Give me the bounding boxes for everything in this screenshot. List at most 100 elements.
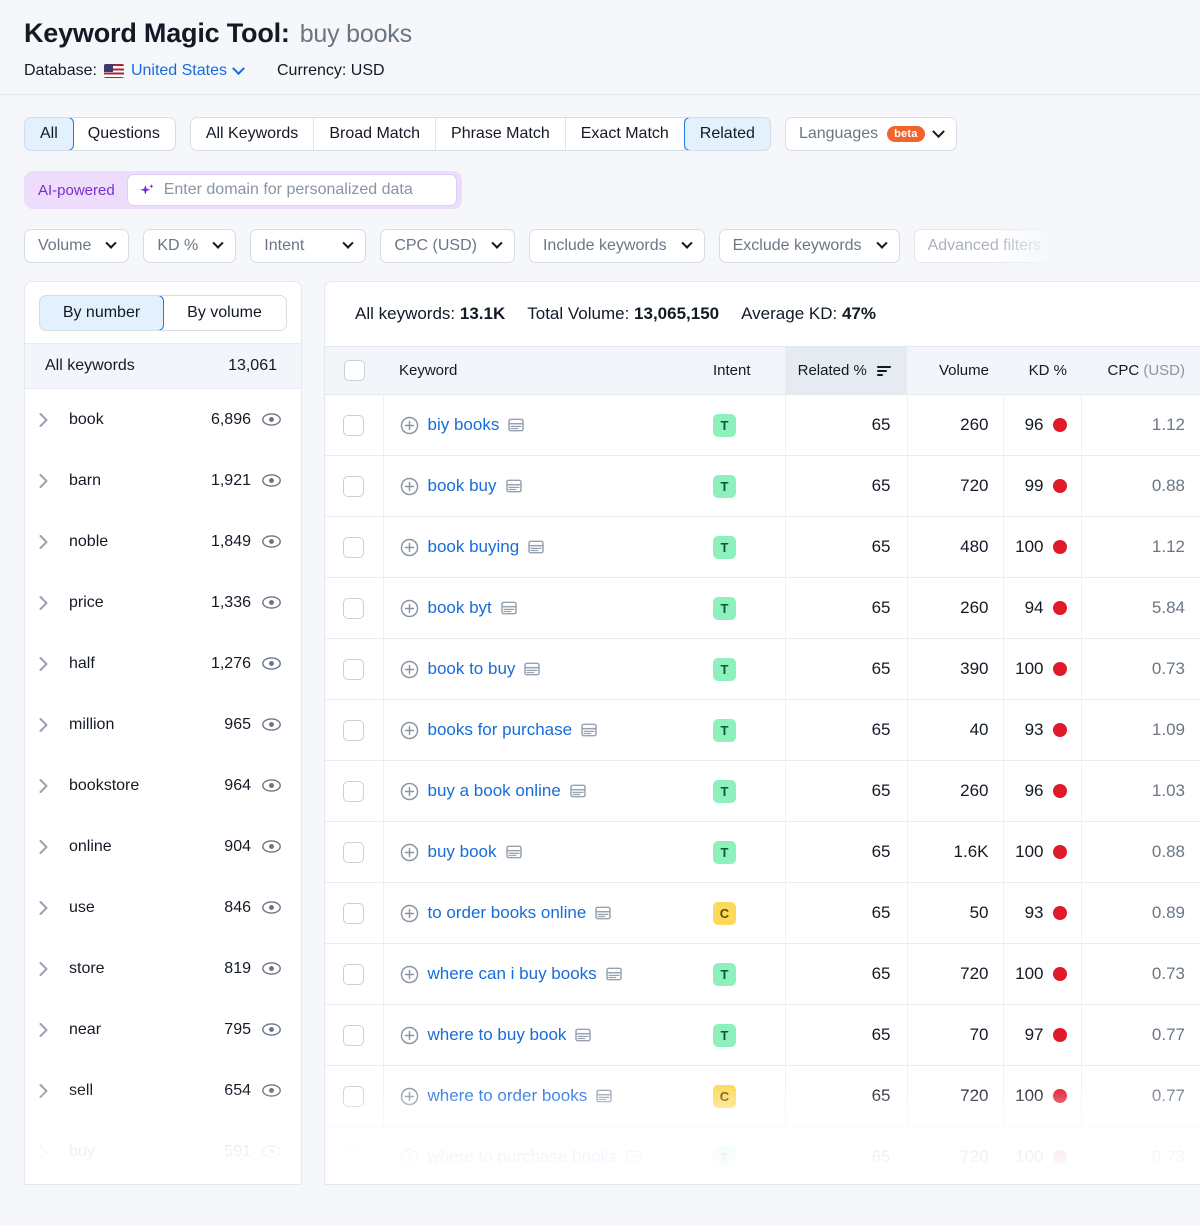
add-keyword-icon[interactable] bbox=[400, 965, 419, 984]
intent-badge[interactable]: T bbox=[713, 840, 736, 864]
row-checkbox[interactable] bbox=[343, 963, 365, 985]
database-selector[interactable]: Database: United States bbox=[24, 61, 245, 80]
row-checkbox[interactable] bbox=[343, 414, 365, 436]
domain-input[interactable]: Enter domain for personalized data bbox=[164, 181, 413, 199]
add-keyword-icon[interactable] bbox=[400, 843, 419, 862]
add-keyword-icon[interactable] bbox=[400, 416, 419, 435]
table-row[interactable]: book buying T 65 480 100 1.12 bbox=[325, 516, 1200, 578]
add-keyword-icon[interactable] bbox=[400, 721, 419, 740]
serp-preview-icon[interactable] bbox=[505, 845, 522, 859]
serp-preview-icon[interactable] bbox=[581, 723, 597, 737]
serp-preview-icon[interactable] bbox=[626, 1150, 643, 1164]
sidebar-group-item[interactable]: million 965 bbox=[25, 694, 301, 755]
sidebar-group-item[interactable]: half 1,276 bbox=[25, 633, 301, 694]
row-checkbox[interactable] bbox=[343, 841, 365, 863]
keyword-link[interactable]: book buy bbox=[428, 476, 497, 496]
sidebar-group-item[interactable]: near 795 bbox=[25, 999, 301, 1060]
row-checkbox[interactable] bbox=[343, 1146, 365, 1168]
add-keyword-icon[interactable] bbox=[400, 538, 419, 557]
serp-preview-icon[interactable] bbox=[528, 540, 544, 554]
eye-icon[interactable] bbox=[262, 474, 281, 487]
filter-intent[interactable]: Intent bbox=[250, 229, 367, 263]
keyword-link[interactable]: books for purchase bbox=[428, 720, 573, 740]
keyword-link[interactable]: book buying bbox=[428, 537, 520, 557]
eye-icon[interactable] bbox=[262, 840, 281, 853]
row-checkbox[interactable] bbox=[343, 658, 365, 680]
eye-icon[interactable] bbox=[262, 535, 281, 548]
keyword-link[interactable]: book byt bbox=[428, 598, 492, 618]
column-kd[interactable]: KD % bbox=[1003, 346, 1081, 395]
table-row[interactable]: where to purchase books T 65 720 100 0.73 bbox=[325, 1126, 1200, 1184]
intent-badge[interactable]: T bbox=[713, 718, 736, 742]
sidebar-group-item[interactable]: use 846 bbox=[25, 877, 301, 938]
eye-icon[interactable] bbox=[262, 657, 281, 670]
tab-broad-match[interactable]: Broad Match bbox=[314, 118, 437, 150]
select-all-checkbox[interactable] bbox=[343, 360, 365, 381]
eye-icon[interactable] bbox=[262, 901, 281, 914]
intent-badge[interactable]: C bbox=[713, 901, 736, 925]
eye-icon[interactable] bbox=[262, 1084, 281, 1097]
eye-icon[interactable] bbox=[262, 413, 281, 426]
keyword-link[interactable]: biy books bbox=[428, 415, 500, 435]
table-row[interactable]: book to buy T 65 390 100 0.73 bbox=[325, 638, 1200, 700]
filter-cpc[interactable]: CPC (USD) bbox=[380, 229, 515, 263]
add-keyword-icon[interactable] bbox=[400, 599, 419, 618]
sidebar-group-item[interactable]: noble 1,849 bbox=[25, 511, 301, 572]
eye-icon[interactable] bbox=[262, 779, 281, 792]
table-row[interactable]: book buy T 65 720 99 0.88 bbox=[325, 455, 1200, 517]
keyword-link[interactable]: book to buy bbox=[428, 659, 516, 679]
add-keyword-icon[interactable] bbox=[400, 1087, 419, 1106]
sidebar-group-item[interactable]: sell 654 bbox=[25, 1060, 301, 1121]
filter-volume[interactable]: Volume bbox=[24, 229, 130, 263]
intent-badge[interactable]: T bbox=[713, 413, 736, 437]
add-keyword-icon[interactable] bbox=[400, 1026, 419, 1045]
serp-preview-icon[interactable] bbox=[575, 1028, 592, 1042]
table-row[interactable]: where can i buy books T 65 720 100 0.73 bbox=[325, 943, 1200, 1005]
serp-preview-icon[interactable] bbox=[605, 967, 622, 981]
intent-badge[interactable]: T bbox=[713, 535, 736, 559]
table-row[interactable]: to order books online C 65 50 93 0.89 bbox=[325, 882, 1200, 944]
column-volume[interactable]: Volume bbox=[907, 346, 1003, 395]
keyword-link[interactable]: where to purchase books bbox=[428, 1147, 618, 1167]
tab-all-keywords[interactable]: All Keywords bbox=[190, 118, 315, 150]
table-row[interactable]: biy books T 65 260 96 1.12 bbox=[325, 394, 1200, 456]
add-keyword-icon[interactable] bbox=[400, 660, 419, 679]
table-row[interactable]: where to buy book T 65 70 97 0.77 bbox=[325, 1004, 1200, 1066]
tab-related[interactable]: Related bbox=[683, 118, 770, 150]
intent-badge[interactable]: T bbox=[713, 962, 736, 986]
column-cpc[interactable]: CPC (USD) bbox=[1081, 346, 1200, 395]
sidebar-group-item[interactable]: book 6,896 bbox=[25, 389, 301, 450]
eye-icon[interactable] bbox=[262, 962, 281, 975]
intent-badge[interactable]: T bbox=[713, 657, 736, 681]
column-intent[interactable]: Intent bbox=[713, 346, 785, 395]
sidebar-group-item[interactable]: bookstore 964 bbox=[25, 755, 301, 816]
row-checkbox[interactable] bbox=[343, 536, 365, 558]
eye-icon[interactable] bbox=[262, 718, 281, 731]
row-checkbox[interactable] bbox=[343, 1024, 365, 1046]
database-value[interactable]: United States bbox=[131, 62, 227, 80]
keyword-link[interactable]: where to order books bbox=[428, 1086, 588, 1106]
tab-all[interactable]: All bbox=[24, 118, 74, 150]
serp-preview-icon[interactable] bbox=[570, 784, 586, 798]
serp-preview-icon[interactable] bbox=[508, 418, 525, 432]
tab-by-number[interactable]: By number bbox=[40, 296, 164, 330]
serp-preview-icon[interactable] bbox=[505, 479, 522, 493]
eye-icon[interactable] bbox=[262, 1023, 281, 1036]
row-checkbox[interactable] bbox=[343, 719, 365, 741]
eye-icon[interactable] bbox=[262, 596, 281, 609]
languages-dropdown[interactable]: Languages beta bbox=[784, 117, 957, 151]
eye-icon[interactable] bbox=[262, 1145, 281, 1158]
filter-exclude-keywords[interactable]: Exclude keywords bbox=[718, 229, 900, 263]
serp-preview-icon[interactable] bbox=[524, 662, 541, 676]
tab-by-volume[interactable]: By volume bbox=[163, 296, 286, 330]
sidebar-item-all-keywords[interactable]: All keywords 13,061 bbox=[25, 343, 301, 389]
filter-advanced[interactable]: Advanced filters bbox=[913, 229, 1056, 263]
sidebar-group-item[interactable]: price 1,336 bbox=[25, 572, 301, 633]
serp-preview-icon[interactable] bbox=[595, 906, 612, 920]
add-keyword-icon[interactable] bbox=[400, 904, 419, 923]
intent-badge[interactable]: T bbox=[713, 474, 736, 498]
sidebar-group-item[interactable]: buy 591 bbox=[25, 1121, 301, 1182]
sidebar-group-item[interactable]: barn 1,921 bbox=[25, 450, 301, 511]
filter-include-keywords[interactable]: Include keywords bbox=[528, 229, 705, 263]
add-keyword-icon[interactable] bbox=[400, 1148, 419, 1167]
